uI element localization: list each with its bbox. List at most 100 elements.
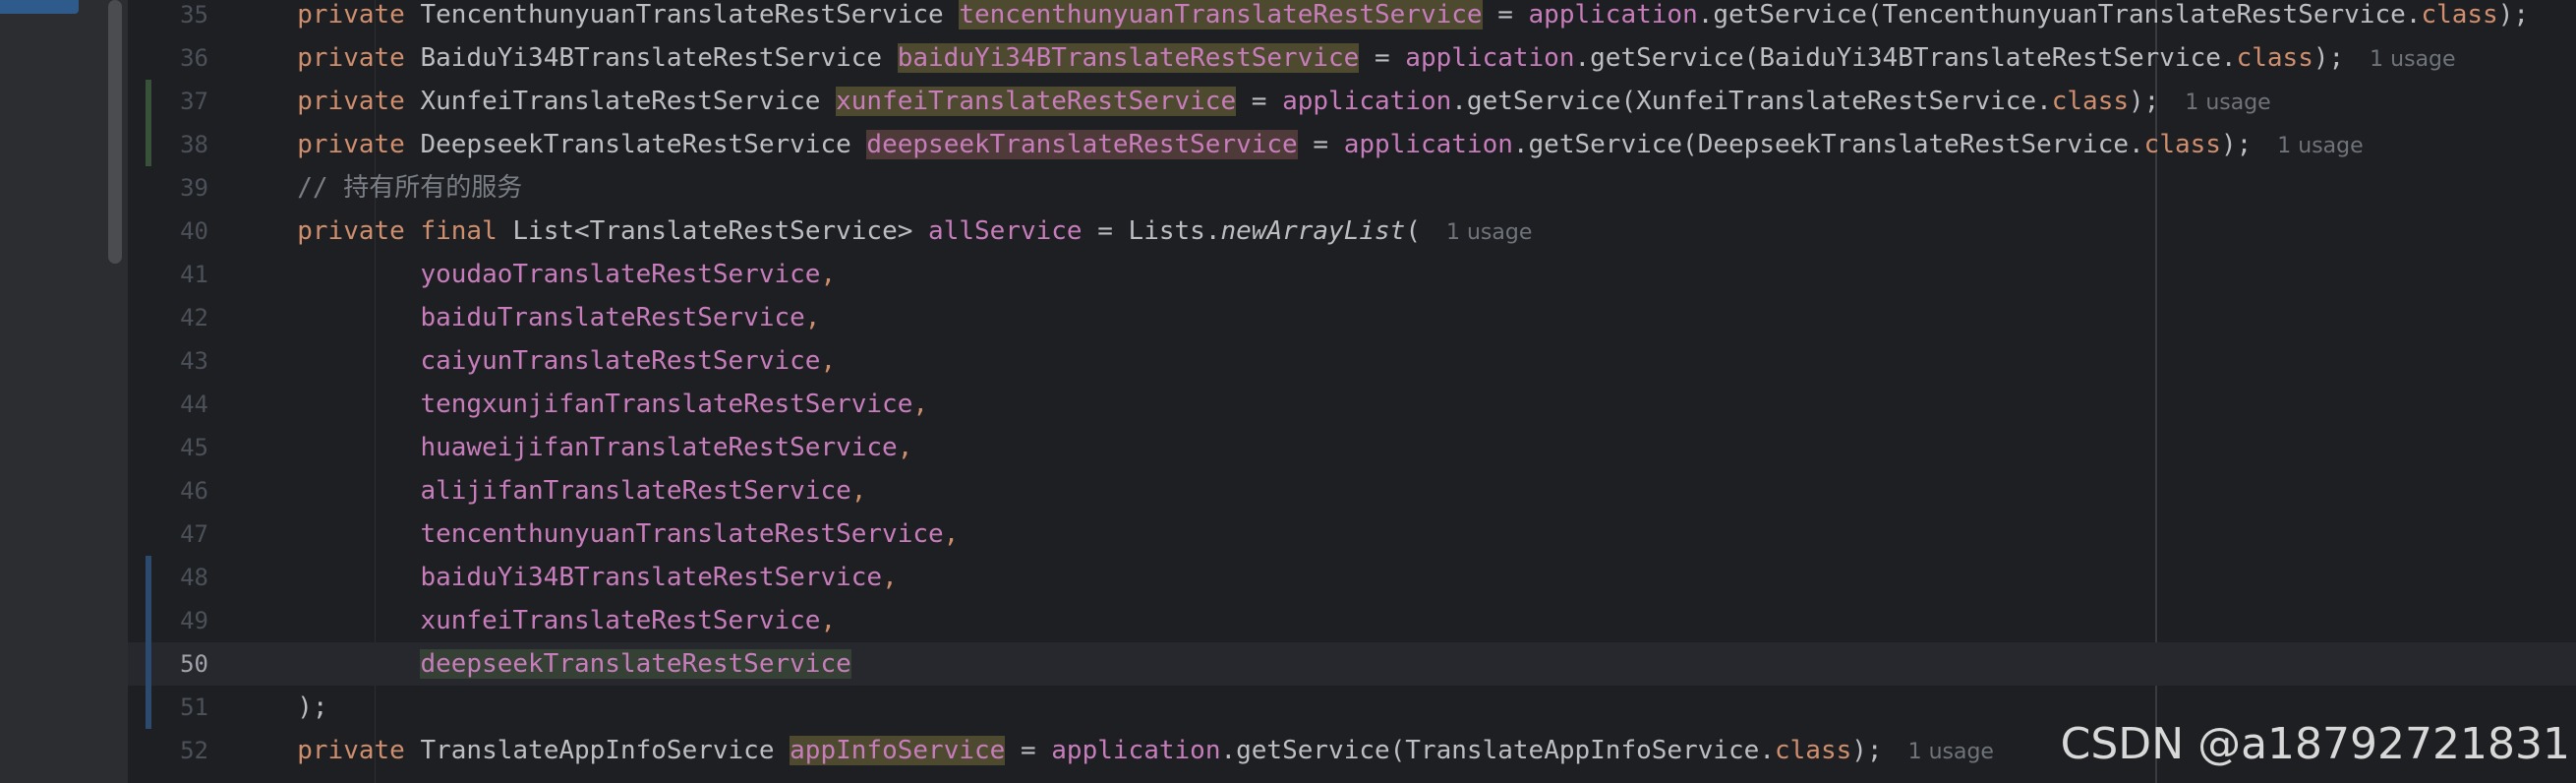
code-text[interactable]: xunfeiTranslateRestService, — [174, 599, 836, 642]
code-token: baiduYi34BTranslateRestService — [897, 43, 1360, 73]
vcs-change-marker[interactable] — [146, 123, 151, 166]
code-line[interactable]: 37 private XunfeiTranslateRestService xu… — [128, 80, 2576, 123]
code-line[interactable]: 36 private BaiduYi34BTranslateRestServic… — [128, 36, 2576, 80]
code-token: youdaoTranslateRestService — [420, 260, 821, 289]
usage-inlay-hint[interactable]: 1 usage — [1883, 740, 1994, 764]
vcs-change-marker[interactable] — [146, 642, 151, 686]
code-text[interactable]: private TencenthunyuanTranslateRestServi… — [174, 0, 2529, 36]
code-text[interactable]: baiduYi34BTranslateRestService, — [174, 556, 898, 599]
code-text[interactable]: tengxunjifanTranslateRestService, — [174, 383, 928, 426]
code-token: ); — [2129, 87, 2160, 116]
usage-inlay-hint[interactable]: 1 usage — [2344, 47, 2455, 72]
code-token: private — [297, 130, 405, 159]
code-token: class — [2143, 130, 2221, 159]
code-token: , — [943, 519, 960, 549]
code-token: application — [1528, 0, 1698, 30]
code-line[interactable]: 48 baiduYi34BTranslateRestService, — [128, 556, 2576, 599]
code-text[interactable]: private DeepseekTranslateRestService dee… — [174, 123, 2364, 166]
code-token: xunfeiTranslateRestService — [836, 87, 1237, 116]
code-line[interactable]: 39 // 持有所有的服务 — [128, 166, 2576, 210]
code-token: .getService(XunfeiTranslateRestService. — [1451, 87, 2052, 116]
code-token: class — [1775, 736, 1852, 765]
code-text[interactable]: baiduTranslateRestService, — [174, 296, 820, 339]
code-text[interactable]: huaweijifanTranslateRestService, — [174, 426, 912, 469]
code-line[interactable]: 49 xunfeiTranslateRestService, — [128, 599, 2576, 642]
code-token: application — [1405, 43, 1575, 73]
code-token: tencenthunyuanTranslateRestService — [959, 0, 1483, 30]
code-line[interactable]: 46 alijifanTranslateRestService, — [128, 469, 2576, 512]
code-token: class — [2421, 0, 2498, 30]
code-line[interactable]: 50 deepseekTranslateRestService — [128, 642, 2576, 686]
code-line[interactable]: 43 caiyunTranslateRestService, — [128, 339, 2576, 383]
vcs-change-marker[interactable] — [146, 556, 151, 599]
code-text[interactable]: caiyunTranslateRestService, — [174, 339, 836, 383]
code-token: allService — [928, 216, 1083, 246]
code-text[interactable]: ); — [174, 686, 328, 729]
code-text[interactable]: private final List<TranslateRestService>… — [174, 210, 1532, 253]
side-panel-tab[interactable] — [0, 0, 79, 14]
code-token: deepseekTranslateRestService — [866, 130, 1298, 159]
vcs-change-marker[interactable] — [146, 686, 151, 729]
code-text[interactable]: tencenthunyuanTranslateRestService, — [174, 512, 959, 556]
code-text[interactable]: youdaoTranslateRestService, — [174, 253, 836, 296]
code-text[interactable]: private BaiduYi34BTranslateRestService b… — [174, 36, 2456, 80]
code-token: = — [1297, 130, 1344, 159]
code-line[interactable]: 38 private DeepseekTranslateRestService … — [128, 123, 2576, 166]
csdn-watermark: CSDN @a18792721831 — [2060, 719, 2570, 769]
code-token: huaweijifanTranslateRestService — [420, 433, 898, 462]
code-token: , — [820, 346, 837, 376]
project-side-panel — [0, 0, 128, 783]
code-token: appInfoService — [790, 736, 1006, 765]
code-token: XunfeiTranslateRestService — [404, 87, 837, 116]
code-line[interactable]: 47 tencenthunyuanTranslateRestService, — [128, 512, 2576, 556]
side-panel-scrollbar[interactable] — [108, 0, 122, 264]
code-text[interactable]: alijifanTranslateRestService, — [174, 469, 866, 512]
code-token: class — [2051, 87, 2130, 116]
code-line[interactable]: 45 huaweijifanTranslateRestService, — [128, 426, 2576, 469]
code-token: private — [297, 736, 405, 765]
code-line[interactable]: 35 private TencenthunyuanTranslateRestSe… — [128, 0, 2576, 36]
code-token: ( — [1405, 216, 1421, 246]
code-line[interactable]: 40 private final List<TranslateRestServi… — [128, 210, 2576, 253]
code-text[interactable]: // 持有所有的服务 — [174, 166, 522, 210]
code-token: ); — [1851, 736, 1883, 765]
code-editor[interactable]: 35 private TencenthunyuanTranslateRestSe… — [128, 0, 2576, 783]
code-token: baiduTranslateRestService — [420, 303, 805, 332]
code-token: TencenthunyuanTranslateRestService — [404, 0, 960, 30]
usage-inlay-hint[interactable]: 1 usage — [2252, 134, 2363, 158]
code-line[interactable]: 42 baiduTranslateRestService, — [128, 296, 2576, 339]
code-token: , — [820, 260, 837, 289]
code-token: TranslateAppInfoService — [404, 736, 790, 765]
code-text[interactable]: deepseekTranslateRestService — [174, 642, 851, 686]
code-line[interactable]: 44 tengxunjifanTranslateRestService, — [128, 383, 2576, 426]
code-token: newArrayList — [1220, 216, 1406, 246]
vcs-change-marker[interactable] — [146, 80, 151, 123]
code-line[interactable]: 41 youdaoTranslateRestService, — [128, 253, 2576, 296]
code-text[interactable]: private TranslateAppInfoService appInfoS… — [174, 729, 1994, 772]
code-token: ); — [297, 693, 328, 722]
vcs-change-marker[interactable] — [146, 599, 151, 642]
code-token: .getService(BaiduYi34BTranslateRestServi… — [1574, 43, 2237, 73]
code-token: = Lists. — [1082, 216, 1221, 246]
usage-inlay-hint[interactable]: 1 usage — [2159, 90, 2270, 115]
code-text[interactable]: private XunfeiTranslateRestService xunfe… — [174, 80, 2271, 123]
code-token: baiduYi34BTranslateRestService — [420, 563, 883, 592]
code-token: tencenthunyuanTranslateRestService — [420, 519, 944, 549]
code-token: , — [882, 563, 898, 592]
code-token: , — [912, 390, 929, 419]
code-token: .getService(TranslateAppInfoService. — [1220, 736, 1775, 765]
code-token: application — [1282, 87, 1452, 116]
code-token: // 持有所有的服务 — [297, 173, 523, 203]
code-token: private — [297, 43, 405, 73]
code-token: class — [2236, 43, 2313, 73]
usage-inlay-hint[interactable]: 1 usage — [1421, 220, 1532, 245]
